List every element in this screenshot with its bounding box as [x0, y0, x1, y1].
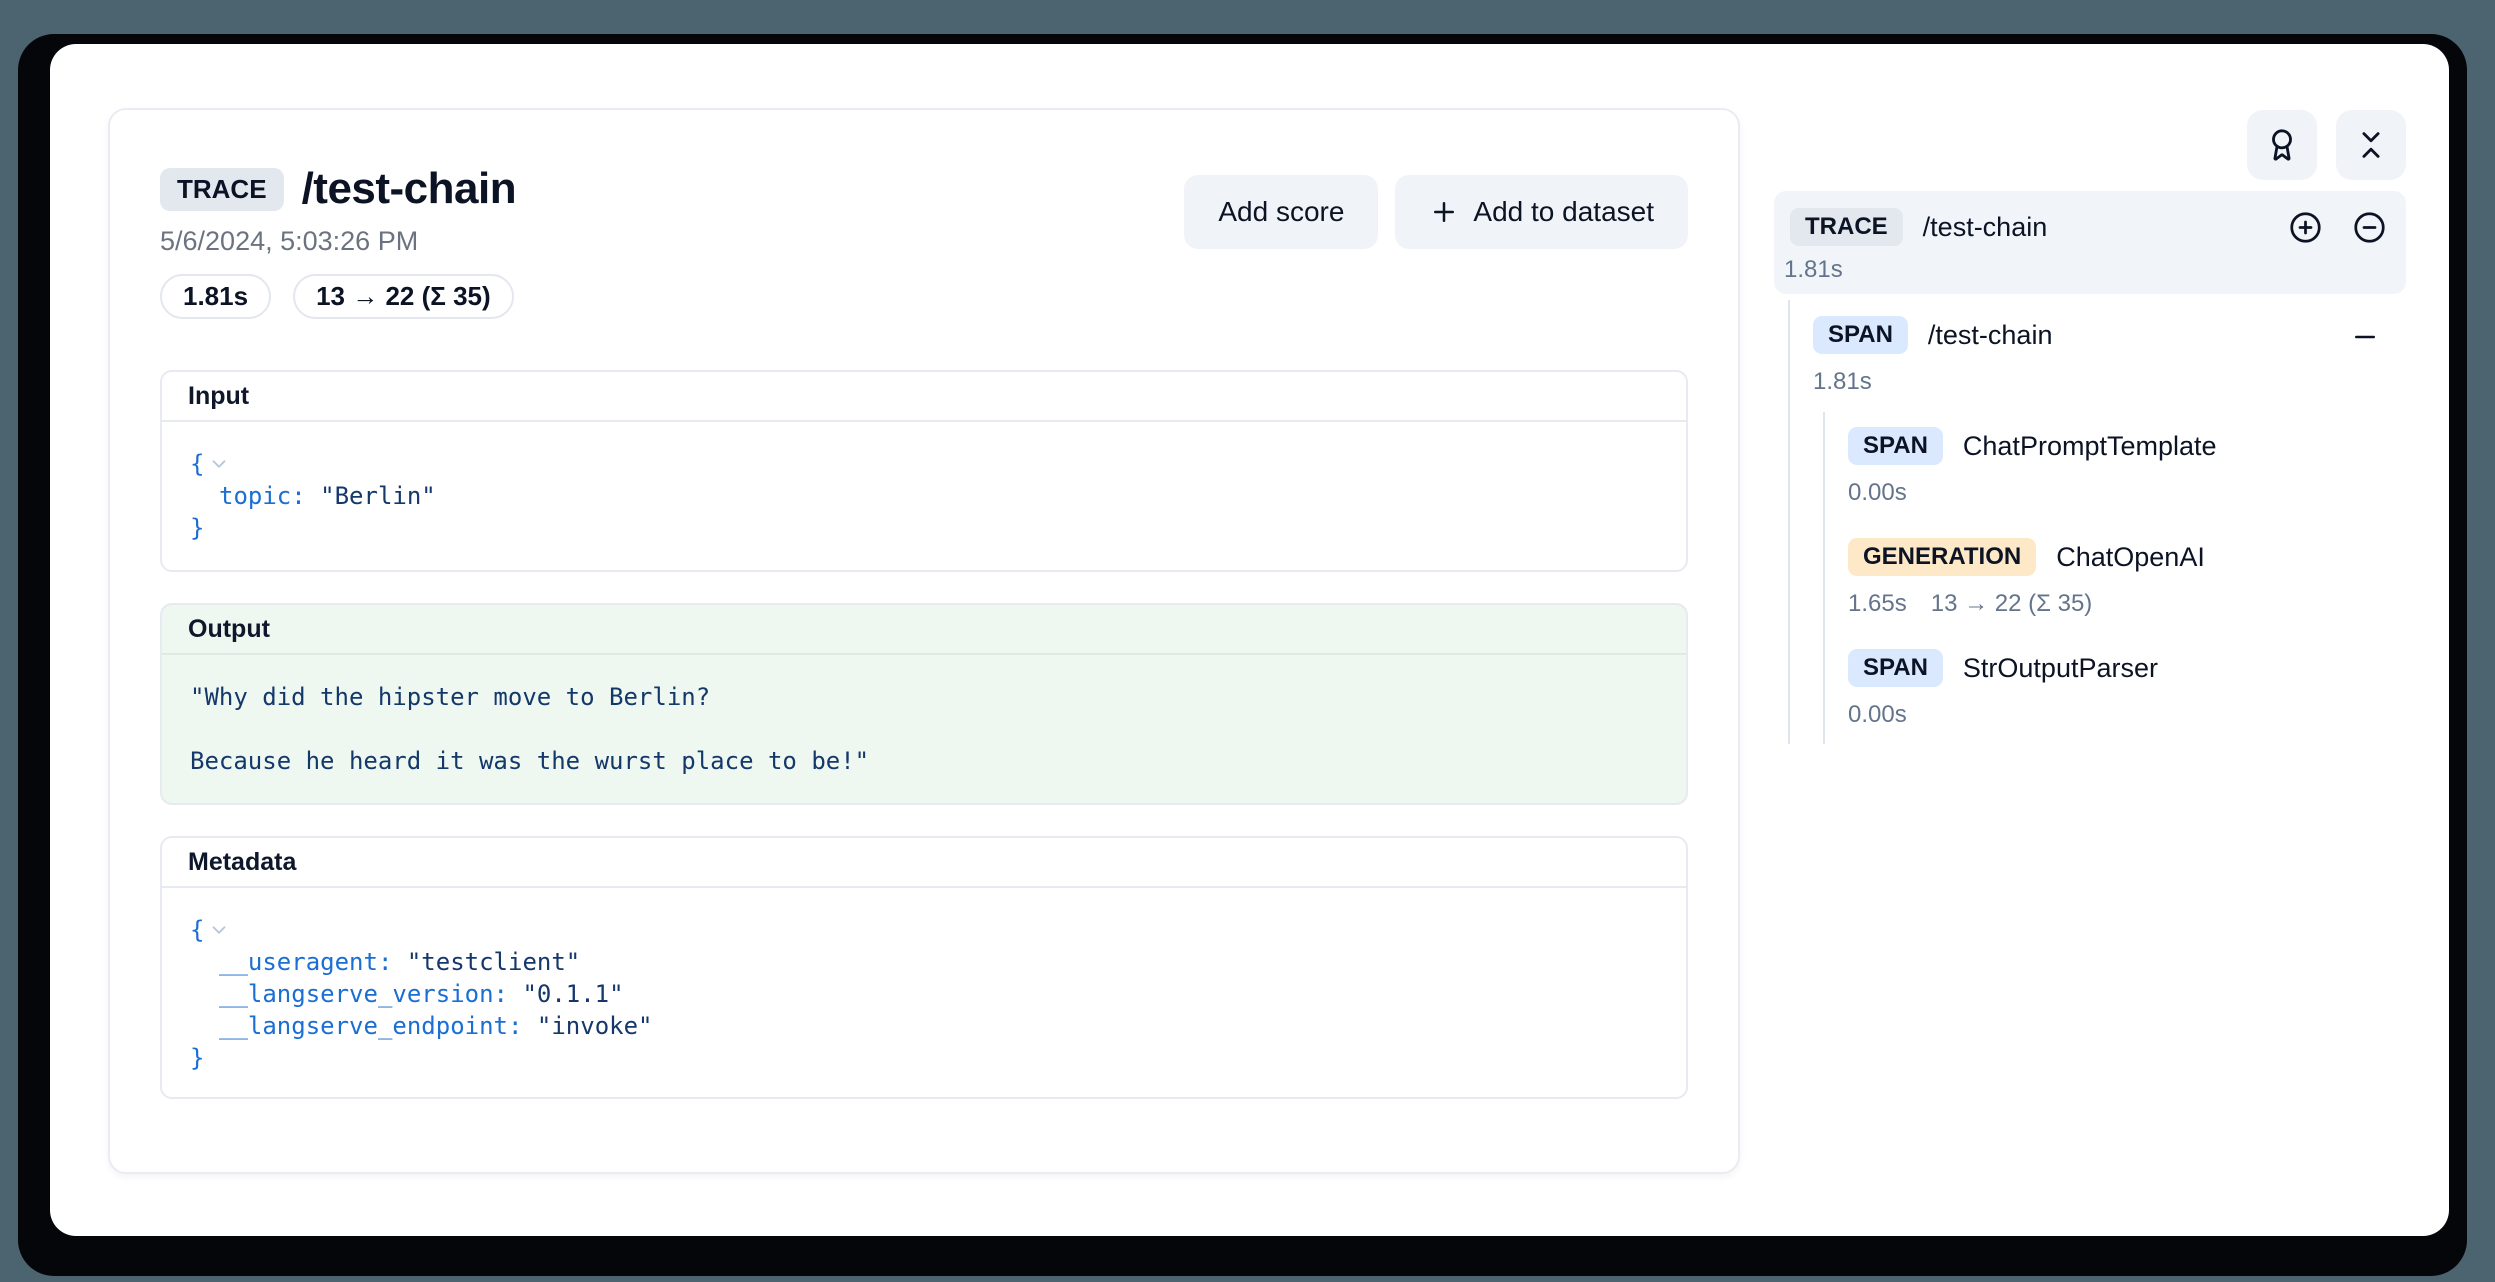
app-window: TRACE /test-chain 5/6/2024, 5:03:26 PM 1…: [50, 44, 2449, 1236]
tree-item-name: StrOutputParser: [1963, 653, 2158, 684]
json-value: "invoke": [537, 1010, 653, 1042]
output-line: "Why did the hipster move to Berlin?: [190, 681, 1658, 713]
tree-item-name: ChatPromptTemplate: [1963, 431, 2217, 462]
span-duration: 0.00s: [1848, 701, 1907, 729]
trace-type-badge: TRACE: [160, 168, 284, 211]
latency-badge: 1.81s: [160, 274, 271, 319]
span-duration: 1.81s: [1813, 368, 1872, 396]
span-type-badge: SPAN: [1848, 649, 1943, 687]
annotate-button[interactable]: [2247, 110, 2317, 180]
trace-timestamp: 5/6/2024, 5:03:26 PM: [160, 226, 516, 257]
tree-item-root-span[interactable]: SPAN /test-chain 1.81s: [1813, 316, 2406, 396]
span-type-badge: SPAN: [1813, 316, 1908, 354]
trace-tree-sidebar: TRACE /test-chain 1.81s: [1774, 110, 2406, 729]
generation-type-badge: GENERATION: [1848, 538, 2036, 576]
tree-item-name: ChatOpenAI: [2056, 542, 2205, 573]
plus-icon: [1429, 197, 1459, 227]
json-value: "Berlin": [320, 480, 436, 512]
tree-item-span[interactable]: SPAN StrOutputParser 0.00s: [1848, 649, 2406, 729]
chevron-down-icon[interactable]: [208, 453, 230, 475]
trace-type-badge: TRACE: [1790, 208, 1903, 246]
output-line: Because he heard it was the wurst place …: [190, 745, 1658, 777]
trace-detail-card: TRACE /test-chain 5/6/2024, 5:03:26 PM 1…: [108, 108, 1740, 1174]
observation-tree: SPAN /test-chain 1.81s SPAN Cha: [1774, 316, 2406, 729]
close-brace: }: [190, 1042, 204, 1074]
json-key: __langserve_endpoint:: [219, 1010, 522, 1042]
metadata-json-viewer: { __useragent: "testclient" __langserve_…: [162, 888, 1686, 1097]
trace-duration: 1.81s: [1784, 256, 2388, 284]
json-entry: __langserve_endpoint: "invoke": [190, 1010, 1658, 1042]
metadata-panel: Metadata { __useragent: "testclient" __l…: [160, 836, 1688, 1099]
output-panel: Output "Why did the hipster move to Berl…: [160, 603, 1688, 805]
chevron-down-icon[interactable]: [208, 919, 230, 941]
generation-token-usage: 13 → 22 (Σ 35): [1931, 590, 2093, 618]
tree-item-span[interactable]: SPAN ChatPromptTemplate 0.00s: [1848, 427, 2406, 507]
input-panel-title: Input: [162, 372, 1686, 422]
tree-indent-guide: [1823, 412, 1825, 744]
json-entry: __langserve_version: "0.1.1": [190, 978, 1658, 1010]
add-to-dataset-button[interactable]: Add to dataset: [1395, 175, 1688, 249]
generation-duration: 1.65s: [1848, 590, 1907, 618]
output-line: [190, 713, 1658, 745]
tree-item-name: /test-chain: [1928, 320, 2053, 351]
chevrons-down-up-icon: [2354, 128, 2388, 162]
token-usage-badge: 13 → 22 (Σ 35): [293, 274, 514, 319]
span-duration: 0.00s: [1848, 479, 1907, 507]
trace-header: TRACE /test-chain 5/6/2024, 5:03:26 PM 1…: [160, 164, 1688, 319]
add-to-dataset-label: Add to dataset: [1473, 196, 1654, 228]
award-icon: [2265, 128, 2299, 162]
input-json-viewer: { topic: "Berlin" }: [162, 422, 1686, 570]
open-brace: {: [190, 914, 204, 946]
tree-item-trace[interactable]: TRACE /test-chain 1.81s: [1774, 191, 2406, 294]
close-brace: }: [190, 512, 204, 544]
tree-indent-guide: [1788, 300, 1790, 744]
tree-item-generation[interactable]: GENERATION ChatOpenAI 1.65s 13 → 22 (Σ 3…: [1848, 538, 2406, 618]
trace-actions: Add score Add to dataset: [1184, 175, 1688, 249]
minus-icon[interactable]: [2350, 322, 2380, 357]
window-frame: TRACE /test-chain 5/6/2024, 5:03:26 PM 1…: [18, 34, 2467, 1276]
json-value: "0.1.1": [522, 978, 623, 1010]
output-content: "Why did the hipster move to Berlin? Bec…: [162, 655, 1686, 803]
json-value: "testclient": [407, 946, 580, 978]
input-panel: Input { topic: "Berlin" }: [160, 370, 1688, 572]
add-score-button[interactable]: Add score: [1184, 175, 1378, 249]
add-score-label: Add score: [1218, 196, 1344, 228]
output-panel-title: Output: [162, 605, 1686, 655]
collapse-panel-button[interactable]: [2336, 110, 2406, 180]
trace-header-left: TRACE /test-chain 5/6/2024, 5:03:26 PM 1…: [160, 164, 516, 319]
json-key: __useragent:: [219, 946, 392, 978]
metadata-panel-title: Metadata: [162, 838, 1686, 888]
json-entry: __useragent: "testclient": [190, 946, 1658, 978]
expand-all-icon[interactable]: [2289, 211, 2322, 244]
page-title: /test-chain: [302, 164, 517, 214]
sidebar-toolbar: [1774, 110, 2406, 180]
collapse-all-icon[interactable]: [2353, 211, 2386, 244]
json-key: topic:: [219, 480, 306, 512]
json-entry: topic: "Berlin": [190, 480, 1658, 512]
json-key: __langserve_version:: [219, 978, 508, 1010]
span-type-badge: SPAN: [1848, 427, 1943, 465]
span-children: SPAN ChatPromptTemplate 0.00s GENERATION…: [1813, 427, 2406, 729]
tree-item-trace-name: /test-chain: [1923, 212, 2048, 243]
open-brace: {: [190, 448, 204, 480]
